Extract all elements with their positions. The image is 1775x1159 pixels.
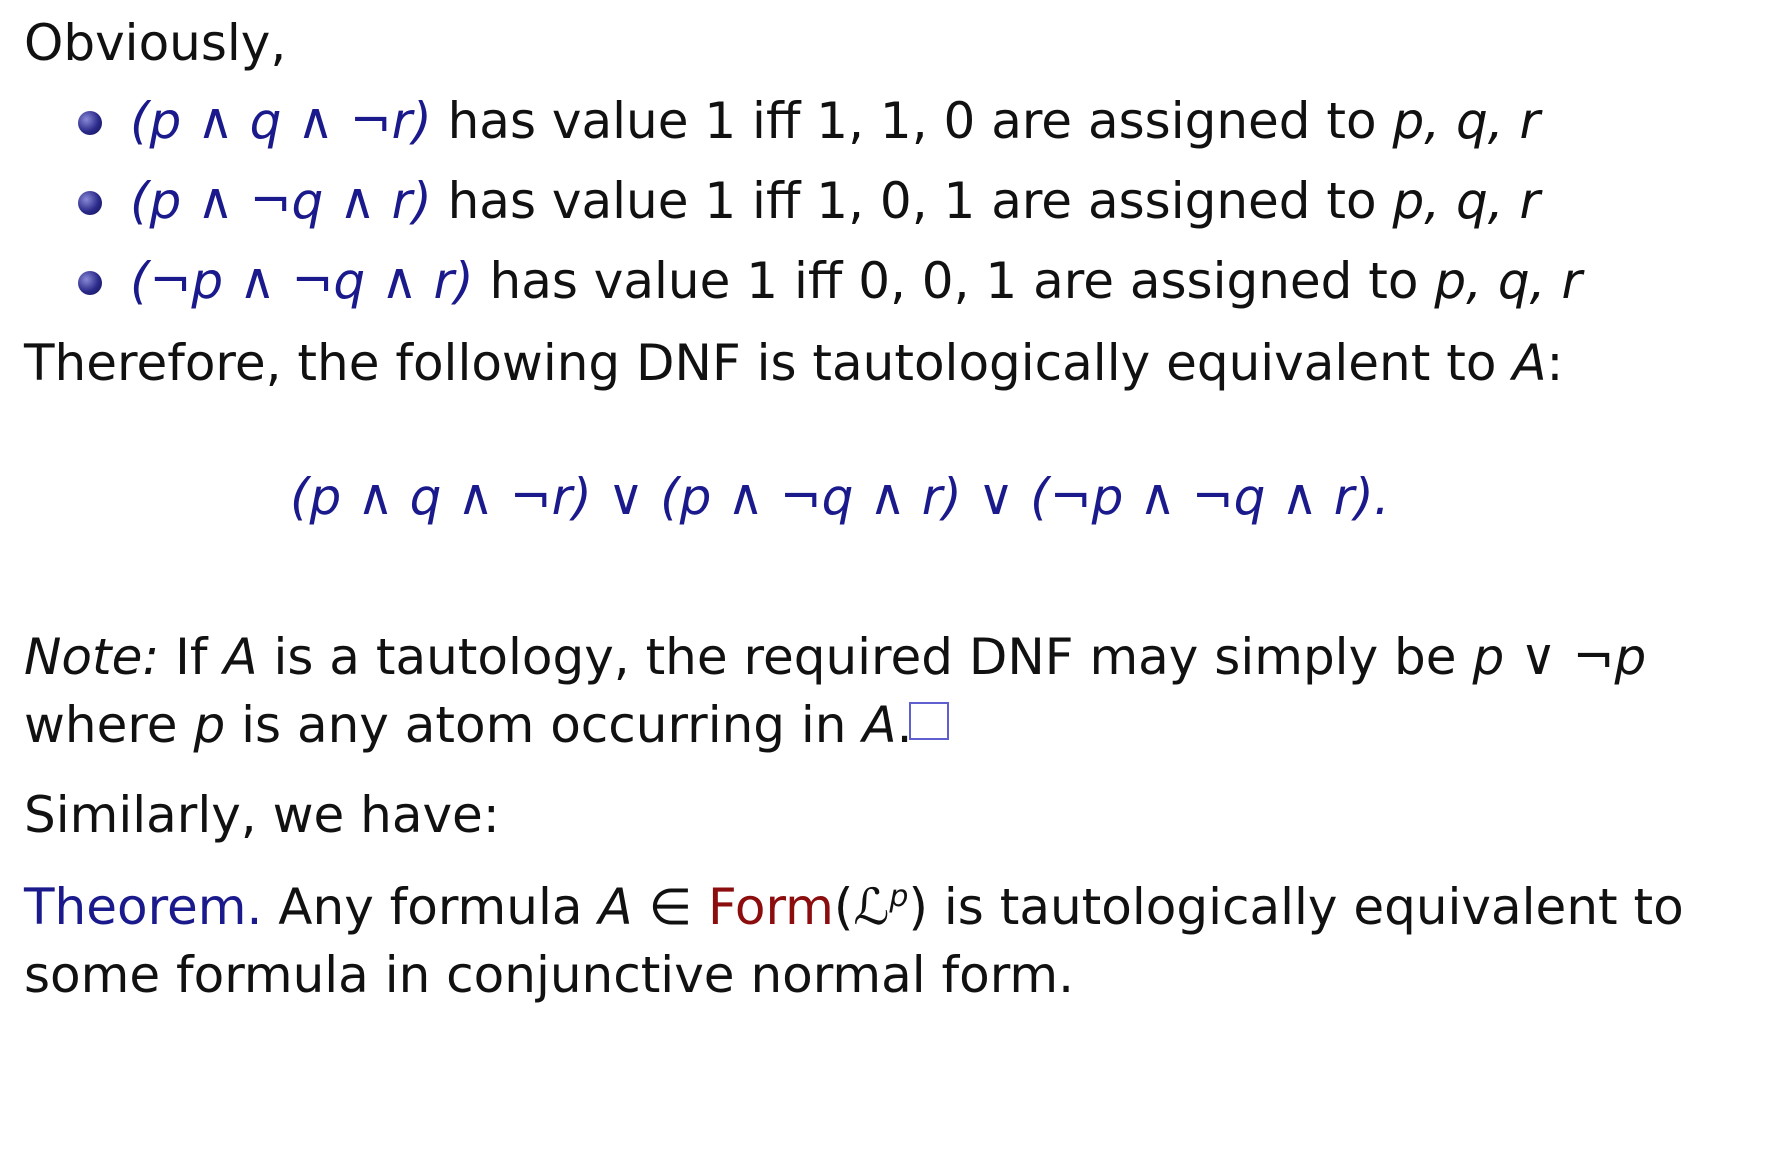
item-formula: (¬p ∧ ¬q ∧ r) — [130, 252, 474, 310]
note-line-2: where p is any atom occurring in A. — [24, 696, 913, 754]
theorem-label: Theorem. — [24, 878, 263, 936]
item-formula: (p ∧ ¬q ∧ r) — [130, 172, 432, 230]
bullet-item-3: (¬p ∧ ¬q ∧ r) has value 1 iff 0, 0, 1 ar… — [130, 252, 1582, 310]
dnf-formula: (p ∧ q ∧ ¬r) ∨ (p ∧ ¬q ∧ r) ∨ (¬p ∧ ¬q ∧… — [290, 468, 1390, 526]
qed-box-icon — [909, 702, 949, 740]
note-label: Note: — [24, 628, 160, 686]
note-line-1: Note: If A is a tautology, the required … — [24, 628, 1647, 686]
bullet-item-2: (p ∧ ¬q ∧ r) has value 1 iff 1, 0, 1 are… — [130, 172, 1541, 230]
theorem-line-2: some formula in conjunctive normal form. — [24, 946, 1074, 1004]
intro-text: Obviously, — [24, 14, 287, 72]
therefore-text: Therefore, the following DNF is tautolog… — [24, 334, 1564, 392]
similarly-text: Similarly, we have: — [24, 786, 500, 844]
form-term: Form — [707, 878, 834, 936]
theorem-line-1: Theorem. Any formula A ∈ Form(ℒp) is tau… — [24, 878, 1684, 936]
bullet-icon — [78, 191, 102, 215]
bullet-icon — [78, 271, 102, 295]
item-formula: (p ∧ q ∧ ¬r) — [130, 92, 432, 150]
bullet-item-1: (p ∧ q ∧ ¬r) has value 1 iff 1, 1, 0 are… — [130, 92, 1541, 150]
bullet-icon — [78, 111, 102, 135]
